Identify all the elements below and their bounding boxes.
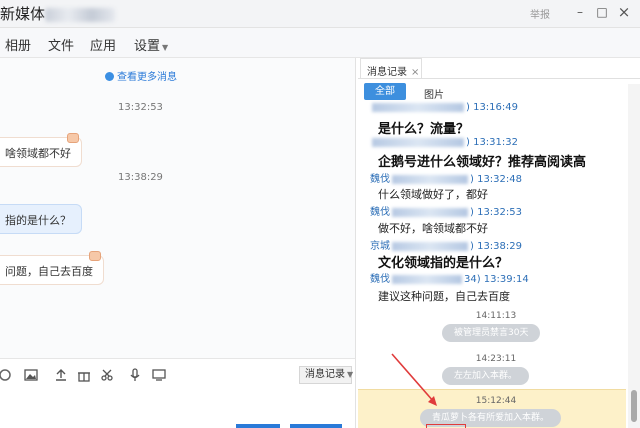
blurred-sender (372, 102, 464, 112)
menu-album[interactable]: 相册 (5, 35, 31, 54)
filter-pictures-button[interactable]: 图片 (424, 86, 444, 101)
bubble-text: 问题，自己去百度 (5, 265, 93, 278)
view-more-label: 查看更多消息 (117, 72, 177, 83)
scissors-icon[interactable] (100, 368, 114, 382)
divider (358, 78, 640, 79)
blurred-sender (392, 207, 468, 217)
chat-timestamp: 13:38:29 (118, 172, 163, 183)
bubble-decoration-icon (67, 133, 79, 143)
chat-pane: 查看更多消息 13:32:53 啥领域都不好 13:38:29 指的是什么？ 问… (0, 58, 356, 358)
list-item: 做不好，啥领域都不好 (378, 222, 488, 235)
message-time: ) 13:16:49 (466, 102, 518, 113)
image-icon[interactable] (24, 368, 38, 382)
screen-icon[interactable] (152, 368, 166, 382)
event-time: 14:11:13 (475, 311, 517, 321)
message-header: ) 13:16:49 (370, 102, 518, 113)
chat-bubble: 指的是什么？ (0, 204, 82, 234)
bubble-text: 指的是什么？ (5, 214, 71, 227)
tab-label: 消息记录 (367, 67, 407, 78)
menu-settings[interactable]: 设置 ▼ (134, 35, 168, 54)
close-icon[interactable]: × (411, 67, 419, 78)
view-more-messages-link[interactable]: 查看更多消息 (105, 68, 177, 83)
filter-all-button[interactable]: 全部 (364, 83, 406, 100)
sender-prefix: 魏伐 (370, 174, 390, 185)
bubble-text: 啥领域都不好 (5, 147, 71, 160)
send-button[interactable] (290, 424, 342, 428)
list-item: 建议这种问题，自己去百度 (378, 290, 510, 303)
scrollbar-thumb[interactable] (631, 390, 637, 422)
list-item: 是什么？流量？ (378, 122, 470, 137)
message-time: ) 13:32:48 (470, 174, 522, 185)
gift-icon[interactable] (77, 368, 91, 382)
message-time: ) 13:31:32 (466, 137, 518, 148)
annotation-box (426, 424, 466, 428)
tab-message-history[interactable]: 消息记录 × (360, 58, 422, 78)
message-header: 魏伐 ) 13:32:48 (370, 170, 522, 185)
message-time: 34) 13:39:14 (464, 274, 529, 285)
menu-files[interactable]: 文件 (48, 35, 74, 54)
message-input[interactable] (0, 390, 356, 428)
upload-icon[interactable] (54, 368, 68, 382)
history-icon (105, 72, 114, 81)
close-chat-button[interactable] (236, 424, 280, 428)
message-header: ) 13:31:32 (370, 137, 518, 148)
blurred-sender (392, 241, 468, 251)
message-time: ) 13:38:29 (470, 241, 522, 252)
blurred-sender (392, 174, 468, 184)
menu-bar: 相册 文件 应用 设置 ▼ (0, 28, 640, 58)
chat-bubble: 问题，自己去百度 (0, 251, 104, 285)
message-header: 京城 ) 13:38:29 (370, 237, 522, 252)
scrollbar[interactable] (628, 84, 640, 428)
report-button[interactable]: 举报 (530, 6, 550, 21)
chevron-down-icon: ▼ (162, 43, 169, 52)
event-time: 15:12:44 (475, 396, 517, 406)
window-title-text: 新媒体 (0, 5, 46, 23)
message-history-label: 消息记录 (305, 369, 345, 380)
minimize-button[interactable]: – (570, 2, 590, 22)
menu-apps[interactable]: 应用 (90, 35, 116, 54)
input-toolbar: 消息记录 ▼ (0, 358, 356, 390)
list-item: 文化领域指的是什么？ (378, 256, 509, 271)
annotation-arrow-icon (391, 353, 437, 406)
chat-bubble: 啥领域都不好 (0, 133, 82, 167)
window-title: 新媒体 (0, 3, 116, 24)
close-button[interactable]: × (614, 2, 634, 22)
bubble-decoration-icon (89, 251, 101, 261)
font-icon[interactable] (0, 368, 12, 382)
sender-prefix: 京城 (370, 241, 390, 252)
maximize-button[interactable]: □ (592, 2, 612, 22)
menu-settings-label: 设置 (134, 39, 161, 54)
blurred-sender (372, 137, 464, 147)
mic-icon[interactable] (128, 368, 142, 382)
system-event: 左左加入本群。 (442, 367, 530, 385)
event-time: 14:23:11 (475, 354, 517, 364)
message-history-button[interactable]: 消息记录 ▼ (299, 366, 354, 384)
system-event: 被管理员禁言30天 (442, 324, 541, 342)
list-item: 什么领域做好了，都好 (378, 188, 488, 201)
sender-prefix: 魏伐 (370, 274, 390, 285)
message-time: ) 13:32:53 (470, 207, 522, 218)
sender-prefix: 魏伐 (370, 207, 390, 218)
blurred-name (45, 7, 116, 22)
message-header: 魏伐 ) 13:32:53 (370, 203, 522, 218)
chevron-down-icon: ▼ (347, 370, 354, 379)
message-header: 魏伐 34) 13:39:14 (370, 270, 529, 285)
blurred-sender (392, 274, 462, 284)
list-item: 企鹅号进什么领域好？推荐高阅读高 (378, 155, 587, 170)
title-bar: 新媒体 举报 – □ × (0, 0, 640, 28)
chat-timestamp: 13:32:53 (118, 102, 163, 113)
